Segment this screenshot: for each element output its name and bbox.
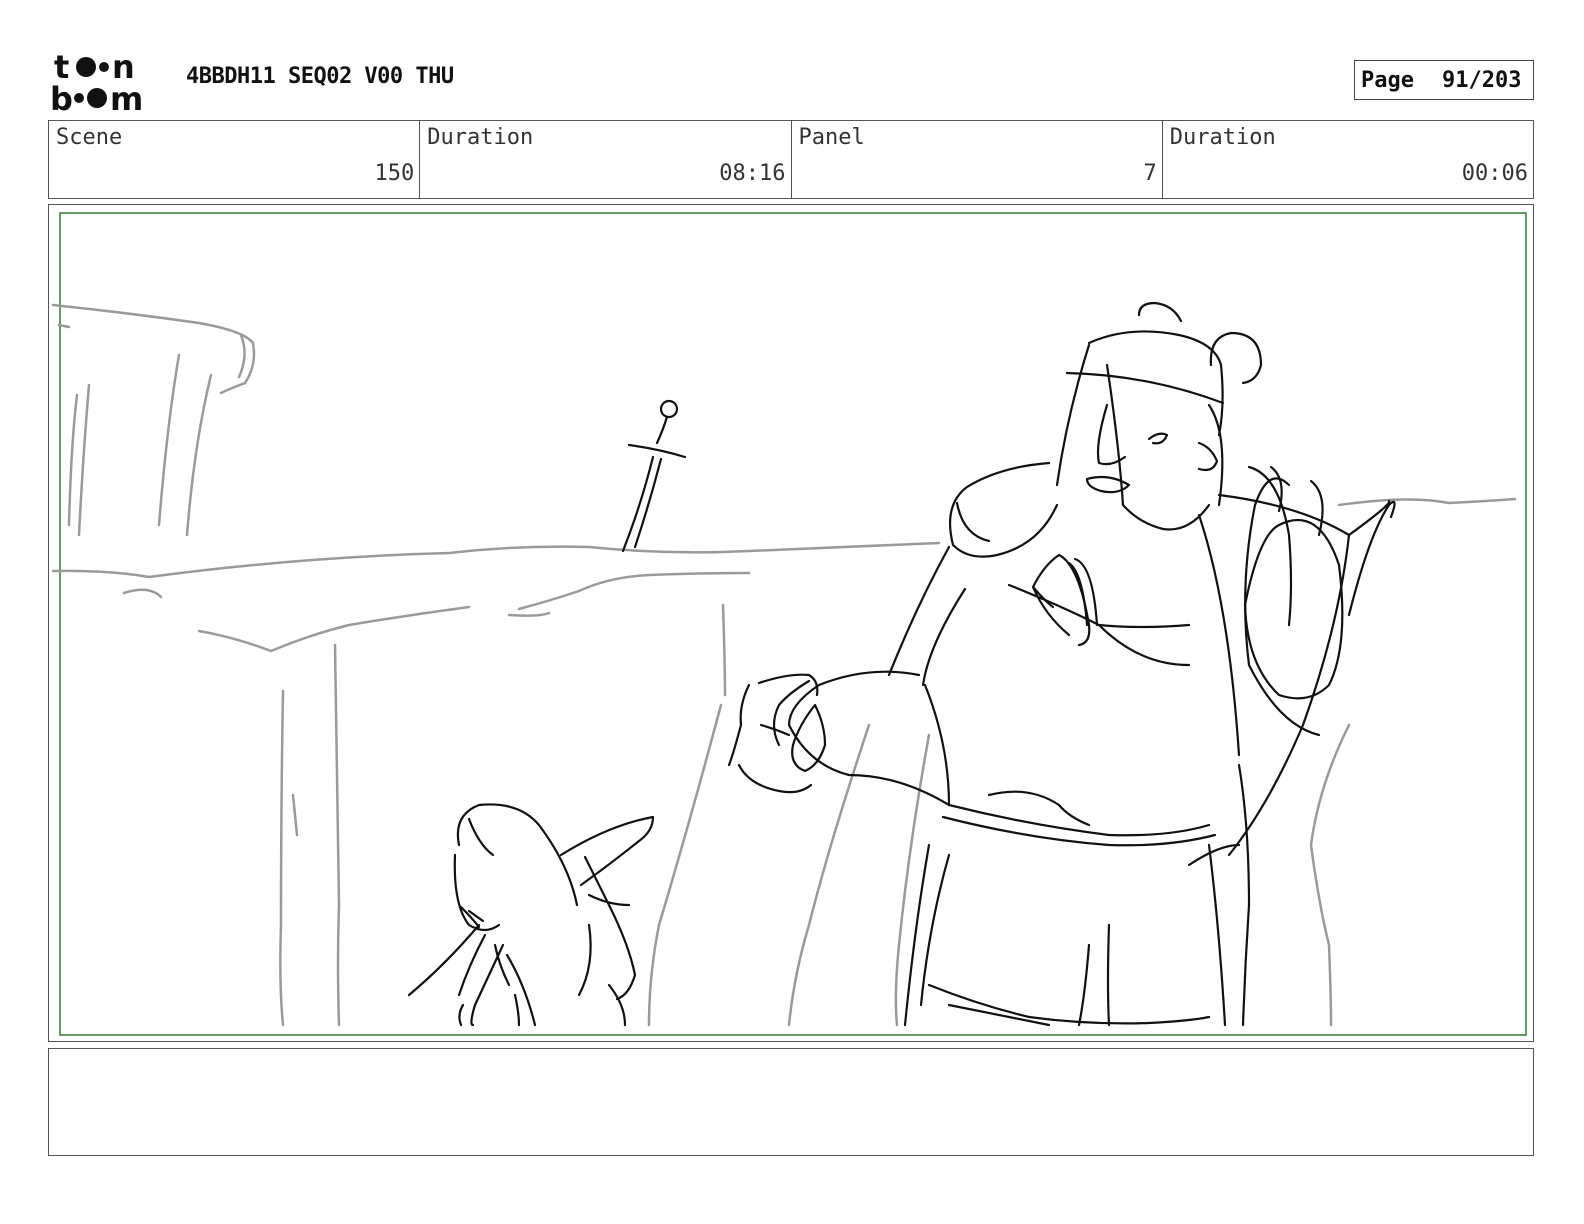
document-title: 4BBDH11 SEQ02 V00 THU — [186, 64, 454, 89]
scene-label: Scene — [56, 125, 123, 150]
scene-info-row: Scene 150 Duration 08:16 Panel 7 Duratio… — [48, 120, 1534, 199]
panel-number: 7 — [1143, 161, 1157, 186]
page-label: Page — [1361, 67, 1414, 93]
panel-cell: Panel 7 — [792, 121, 1163, 198]
background-rough-sketch — [51, 303, 1517, 1027]
scene-cell: Scene 150 — [49, 121, 421, 198]
toon-boom-logo: t n b m — [50, 50, 143, 112]
scene-duration-value: 08:16 — [719, 161, 786, 186]
page-number: 91/203 — [1441, 67, 1522, 93]
panel-duration-label: Duration — [1169, 125, 1276, 150]
svg-text:m: m — [110, 80, 143, 112]
panel-duration-cell: Duration 00:06 — [1163, 121, 1533, 198]
page-indicator: Page 91/203 — [1354, 60, 1534, 100]
caption-box — [48, 1048, 1534, 1156]
scene-duration-label: Duration — [427, 125, 534, 150]
storyboard-panel — [48, 204, 1534, 1042]
panel-sketch — [51, 212, 1527, 1036]
scene-number: 150 — [374, 161, 415, 186]
scene-duration-cell: Duration 08:16 — [420, 121, 792, 198]
panel-label: Panel — [798, 125, 865, 150]
panel-duration-value: 00:06 — [1461, 161, 1528, 186]
svg-text:b: b — [50, 80, 73, 112]
